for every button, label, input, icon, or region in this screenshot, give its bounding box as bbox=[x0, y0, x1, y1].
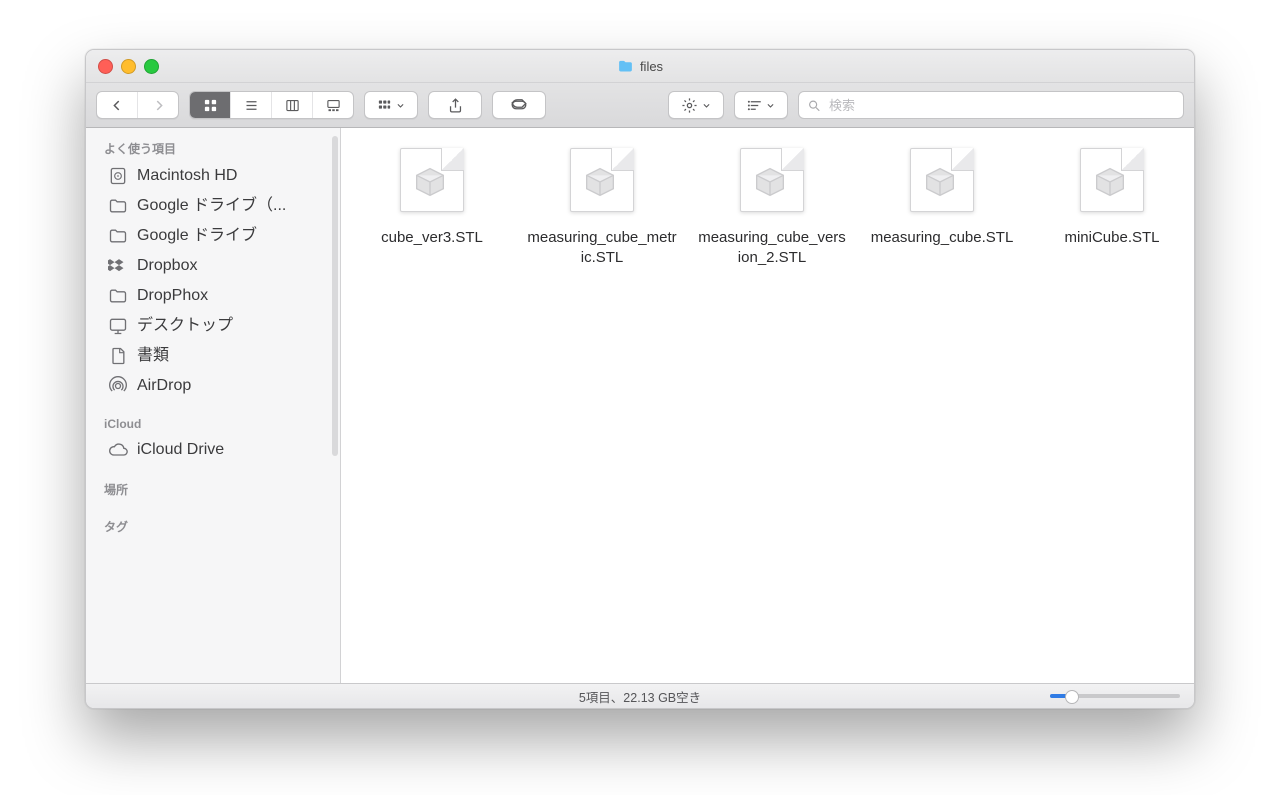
minimize-window-button[interactable] bbox=[121, 59, 136, 74]
chevron-left-icon bbox=[110, 98, 125, 113]
sidebar-item[interactable]: iCloud Drive bbox=[86, 435, 340, 465]
folder-icon bbox=[108, 226, 128, 246]
search-icon bbox=[807, 98, 821, 113]
gallery-view-button[interactable] bbox=[313, 92, 353, 118]
toolbar bbox=[86, 83, 1194, 128]
window-controls bbox=[98, 59, 159, 74]
nav-buttons bbox=[96, 91, 179, 119]
icon-size-slider[interactable] bbox=[1050, 690, 1180, 702]
sidebar-group: よく使う項目 Macintosh HD Google ドライブ（... Google … bbox=[86, 128, 340, 405]
sidebar-item-label: Dropbox bbox=[137, 256, 197, 275]
cloud-icon bbox=[108, 440, 128, 460]
body: よく使う項目 Macintosh HD Google ドライブ（... Google … bbox=[86, 128, 1194, 683]
file-icon bbox=[904, 142, 980, 218]
sidebar-item[interactable]: Google ドライブ bbox=[86, 221, 340, 251]
sidebar-item[interactable]: AirDrop bbox=[86, 371, 340, 401]
sidebar-item[interactable]: 書類 bbox=[86, 341, 340, 371]
columns-icon bbox=[285, 98, 300, 113]
file-label: miniCube.STL bbox=[1064, 228, 1159, 268]
sidebar-group: 場所 bbox=[86, 469, 340, 506]
sidebar: よく使う項目 Macintosh HD Google ドライブ（... Google … bbox=[86, 128, 341, 683]
view-buttons bbox=[189, 91, 354, 119]
back-button[interactable] bbox=[97, 92, 138, 118]
file-label: cube_ver3.STL bbox=[381, 228, 483, 268]
file-item[interactable]: measuring_cube.STL bbox=[867, 142, 1017, 268]
file-icon bbox=[1074, 142, 1150, 218]
sidebar-group-title: iCloud bbox=[86, 415, 340, 435]
chevron-down-icon bbox=[766, 101, 775, 110]
sidebar-item[interactable]: Macintosh HD bbox=[86, 161, 340, 191]
folder-icon bbox=[108, 196, 128, 216]
sidebar-item[interactable]: Dropbox bbox=[86, 251, 340, 281]
sidebar-group: タグ bbox=[86, 506, 340, 543]
sidebar-item-label: iCloud Drive bbox=[137, 440, 224, 459]
file-item[interactable]: miniCube.STL bbox=[1037, 142, 1187, 268]
column-view-button[interactable] bbox=[272, 92, 313, 118]
status-bar: 5項目、22.13 GB空き bbox=[86, 683, 1194, 708]
tag-icon bbox=[510, 96, 528, 114]
sort-button[interactable] bbox=[734, 91, 788, 119]
file-label: measuring_cube_metric.STL bbox=[527, 228, 677, 268]
group-by-button[interactable] bbox=[364, 91, 418, 119]
file-label: measuring_cube_version_2.STL bbox=[697, 228, 847, 268]
file-item[interactable]: measuring_cube_metric.STL bbox=[527, 142, 677, 268]
status-text: 5項目、22.13 GB空き bbox=[579, 687, 701, 706]
desktop-icon bbox=[108, 316, 128, 336]
close-window-button[interactable] bbox=[98, 59, 113, 74]
sidebar-group-title: 場所 bbox=[86, 479, 340, 502]
sidebar-item-label: 書類 bbox=[137, 346, 169, 365]
sort-icon bbox=[747, 98, 762, 113]
file-label: measuring_cube.STL bbox=[871, 228, 1014, 268]
search-input[interactable] bbox=[827, 97, 1175, 114]
hdd-icon bbox=[108, 166, 128, 186]
share-icon bbox=[447, 97, 464, 114]
sidebar-item[interactable]: DropPhox bbox=[86, 281, 340, 311]
window-title-text: files bbox=[640, 59, 663, 74]
sidebar-item[interactable]: デスクトップ bbox=[86, 311, 340, 341]
file-icon bbox=[564, 142, 640, 218]
sidebar-group: iCloud iCloud Drive bbox=[86, 405, 340, 469]
sidebar-group-title: よく使う項目 bbox=[86, 138, 340, 161]
file-grid: cube_ver3.STL measuring_cube_metric.STL me… bbox=[347, 142, 1188, 268]
chevron-down-icon bbox=[702, 101, 711, 110]
sidebar-item-label: デスクトップ bbox=[137, 316, 233, 335]
file-icon bbox=[734, 142, 810, 218]
sidebar-item-label: AirDrop bbox=[137, 376, 191, 395]
list-view-button[interactable] bbox=[231, 92, 272, 118]
sidebar-item-label: DropPhox bbox=[137, 286, 208, 305]
chevron-right-icon bbox=[151, 98, 166, 113]
folder-icon bbox=[617, 58, 634, 75]
icon-view-button[interactable] bbox=[190, 92, 231, 118]
sidebar-item-label: Google ドライブ（... bbox=[137, 196, 286, 215]
grid-small-icon bbox=[377, 98, 392, 113]
file-item[interactable]: measuring_cube_version_2.STL bbox=[697, 142, 847, 268]
sidebar-group-title: タグ bbox=[86, 516, 340, 539]
list-icon bbox=[244, 98, 259, 113]
grid-icon bbox=[203, 98, 218, 113]
sidebar-item-label: Google ドライブ bbox=[137, 226, 257, 245]
action-button[interactable] bbox=[668, 91, 724, 119]
airdrop-icon bbox=[108, 376, 128, 396]
share-button[interactable] bbox=[428, 91, 482, 119]
forward-button[interactable] bbox=[138, 92, 178, 118]
gallery-icon bbox=[326, 98, 341, 113]
window-title: files bbox=[86, 58, 1194, 75]
finder-window: files bbox=[85, 49, 1195, 709]
chevron-down-icon bbox=[396, 101, 405, 110]
sidebar-scrollbar[interactable] bbox=[332, 136, 338, 456]
folder-icon bbox=[108, 286, 128, 306]
file-item[interactable]: cube_ver3.STL bbox=[357, 142, 507, 268]
doc-icon bbox=[108, 346, 128, 366]
tag-button[interactable] bbox=[492, 91, 546, 119]
gear-icon bbox=[681, 97, 698, 114]
search-field[interactable] bbox=[798, 91, 1184, 119]
zoom-window-button[interactable] bbox=[144, 59, 159, 74]
sidebar-item[interactable]: Google ドライブ（... bbox=[86, 191, 340, 221]
content-area[interactable]: cube_ver3.STL measuring_cube_metric.STL me… bbox=[341, 128, 1194, 683]
file-icon bbox=[394, 142, 470, 218]
titlebar: files bbox=[86, 50, 1194, 83]
sidebar-item-label: Macintosh HD bbox=[137, 166, 237, 185]
dropbox-icon bbox=[108, 256, 128, 276]
